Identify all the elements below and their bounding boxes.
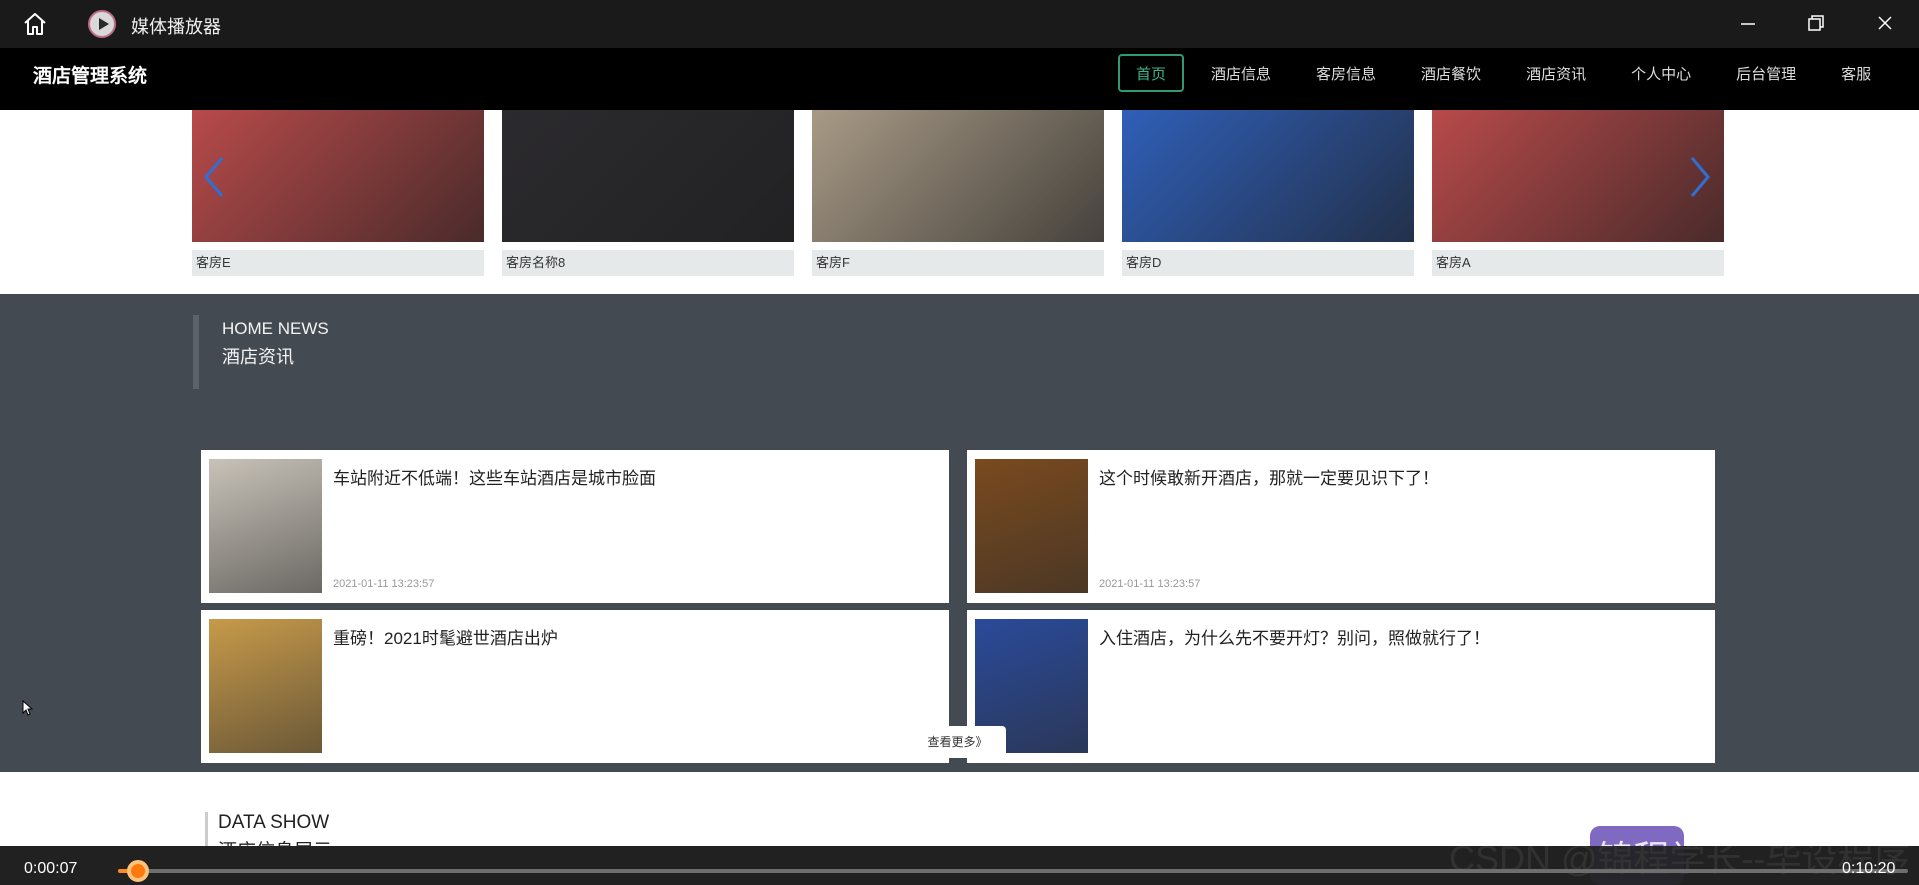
- room-card[interactable]: 客房A: [1432, 110, 1724, 276]
- current-time: 0:00:07: [24, 860, 78, 877]
- room-card[interactable]: 客房名称8: [502, 110, 794, 276]
- room-image: [502, 110, 794, 242]
- news-thumbnail: [975, 459, 1088, 593]
- playback-controls: 0:00:07 0:10:20: [0, 846, 1919, 885]
- nav-item-profile[interactable]: 个人中心: [1613, 54, 1709, 92]
- site-brand: 酒店管理系统: [33, 66, 148, 87]
- carousel-next-icon[interactable]: [1688, 155, 1712, 199]
- nav-item-service[interactable]: 客服: [1823, 54, 1889, 92]
- data-show-heading: DATA SHOW 酒店信息展示: [205, 812, 332, 846]
- news-thumbnail: [209, 619, 322, 753]
- site-navbar: 酒店管理系统 首页 酒店信息 客房信息 酒店餐饮 酒店资讯 个人中心 后台管理 …: [0, 48, 1919, 110]
- room-carousel: 客房E 客房名称8 客房F 客房D 客房A: [0, 110, 1919, 294]
- news-heading: HOME NEWS 酒店资讯: [193, 315, 329, 389]
- news-date: 2021-01-11 13:23:57: [1099, 578, 1201, 590]
- app-title: 媒体播放器: [131, 17, 221, 37]
- media-player-logo-icon: [88, 10, 116, 38]
- room-card[interactable]: 客房E: [192, 110, 484, 276]
- minimize-button[interactable]: [1733, 10, 1763, 38]
- news-title[interactable]: 重磅！2021时髦避世酒店出炉: [333, 624, 558, 649]
- restore-button[interactable]: [1800, 10, 1830, 38]
- room-image: [192, 110, 484, 242]
- nav-item-admin[interactable]: 后台管理: [1718, 54, 1814, 92]
- close-button[interactable]: [1870, 10, 1900, 38]
- carousel-prev-icon[interactable]: [202, 155, 226, 199]
- nav-item-hotel-info[interactable]: 酒店信息: [1193, 54, 1289, 92]
- news-card[interactable]: 这个时候敢新开酒店，那就一定要见识下了！ 2021-01-11 13:23:57: [967, 450, 1715, 603]
- news-card[interactable]: 车站附近不低端！这些车站酒店是城市脸面 2021-01-11 13:23:57: [201, 450, 949, 603]
- nav-item-room-info[interactable]: 客房信息: [1298, 54, 1394, 92]
- room-image: [1432, 110, 1724, 242]
- room-image: [812, 110, 1104, 242]
- news-title[interactable]: 这个时候敢新开酒店，那就一定要见识下了！: [1099, 464, 1439, 489]
- news-heading-en: HOME NEWS: [222, 319, 329, 338]
- news-date: 2021-01-11 13:23:57: [333, 578, 435, 590]
- room-caption: 客房E: [192, 250, 484, 276]
- seek-handle[interactable]: [126, 860, 149, 882]
- room-caption: 客房D: [1122, 250, 1414, 276]
- player-title-bar: 媒体播放器: [0, 0, 1919, 48]
- room-card[interactable]: 客房F: [812, 110, 1104, 276]
- seek-bar[interactable]: [118, 860, 1908, 882]
- data-show-heading-cn: 酒店信息展示: [218, 836, 332, 846]
- news-card[interactable]: 入住酒店，为什么先不要开灯？别问，照做就行了！: [967, 610, 1715, 763]
- news-heading-cn: 酒店资讯: [222, 347, 294, 367]
- news-card[interactable]: 重磅！2021时髦避世酒店出炉: [201, 610, 949, 763]
- news-title[interactable]: 车站附近不低端！这些车站酒店是城市脸面: [333, 464, 656, 489]
- nav-item-dining[interactable]: 酒店餐饮: [1403, 54, 1499, 92]
- media-player: 媒体播放器 酒店管理系统 首页 酒店信息 客房信息 酒店餐饮 酒店资讯 个人中心…: [0, 0, 1919, 885]
- news-title[interactable]: 入住酒店，为什么先不要开灯？别问，照做就行了！: [1099, 624, 1490, 649]
- room-caption: 客房F: [812, 250, 1104, 276]
- data-show-heading-en: DATA SHOW: [218, 812, 330, 833]
- duration: 0:10:20: [1842, 860, 1896, 877]
- video-frame: 酒店管理系统 首页 酒店信息 客房信息 酒店餐饮 酒店资讯 个人中心 后台管理 …: [0, 48, 1919, 846]
- room-caption: 客房A: [1432, 250, 1724, 276]
- home-icon[interactable]: [22, 12, 48, 36]
- nav-item-home[interactable]: 首页: [1118, 54, 1185, 92]
- nav-menu: 首页 酒店信息 客房信息 酒店餐饮 酒店资讯 个人中心 后台管理 客服: [1118, 54, 1898, 92]
- room-card[interactable]: 客房D: [1122, 110, 1414, 276]
- view-more-button[interactable]: 查看更多》: [909, 726, 1006, 758]
- room-image: [1122, 110, 1414, 242]
- nav-item-news[interactable]: 酒店资讯: [1508, 54, 1604, 92]
- mouse-cursor-icon: [22, 699, 34, 716]
- room-caption: 客房名称8: [502, 250, 794, 276]
- news-thumbnail: [209, 459, 322, 593]
- news-section: HOME NEWS 酒店资讯 车站附近不低端！这些车站酒店是城市脸面 2021-…: [0, 294, 1919, 772]
